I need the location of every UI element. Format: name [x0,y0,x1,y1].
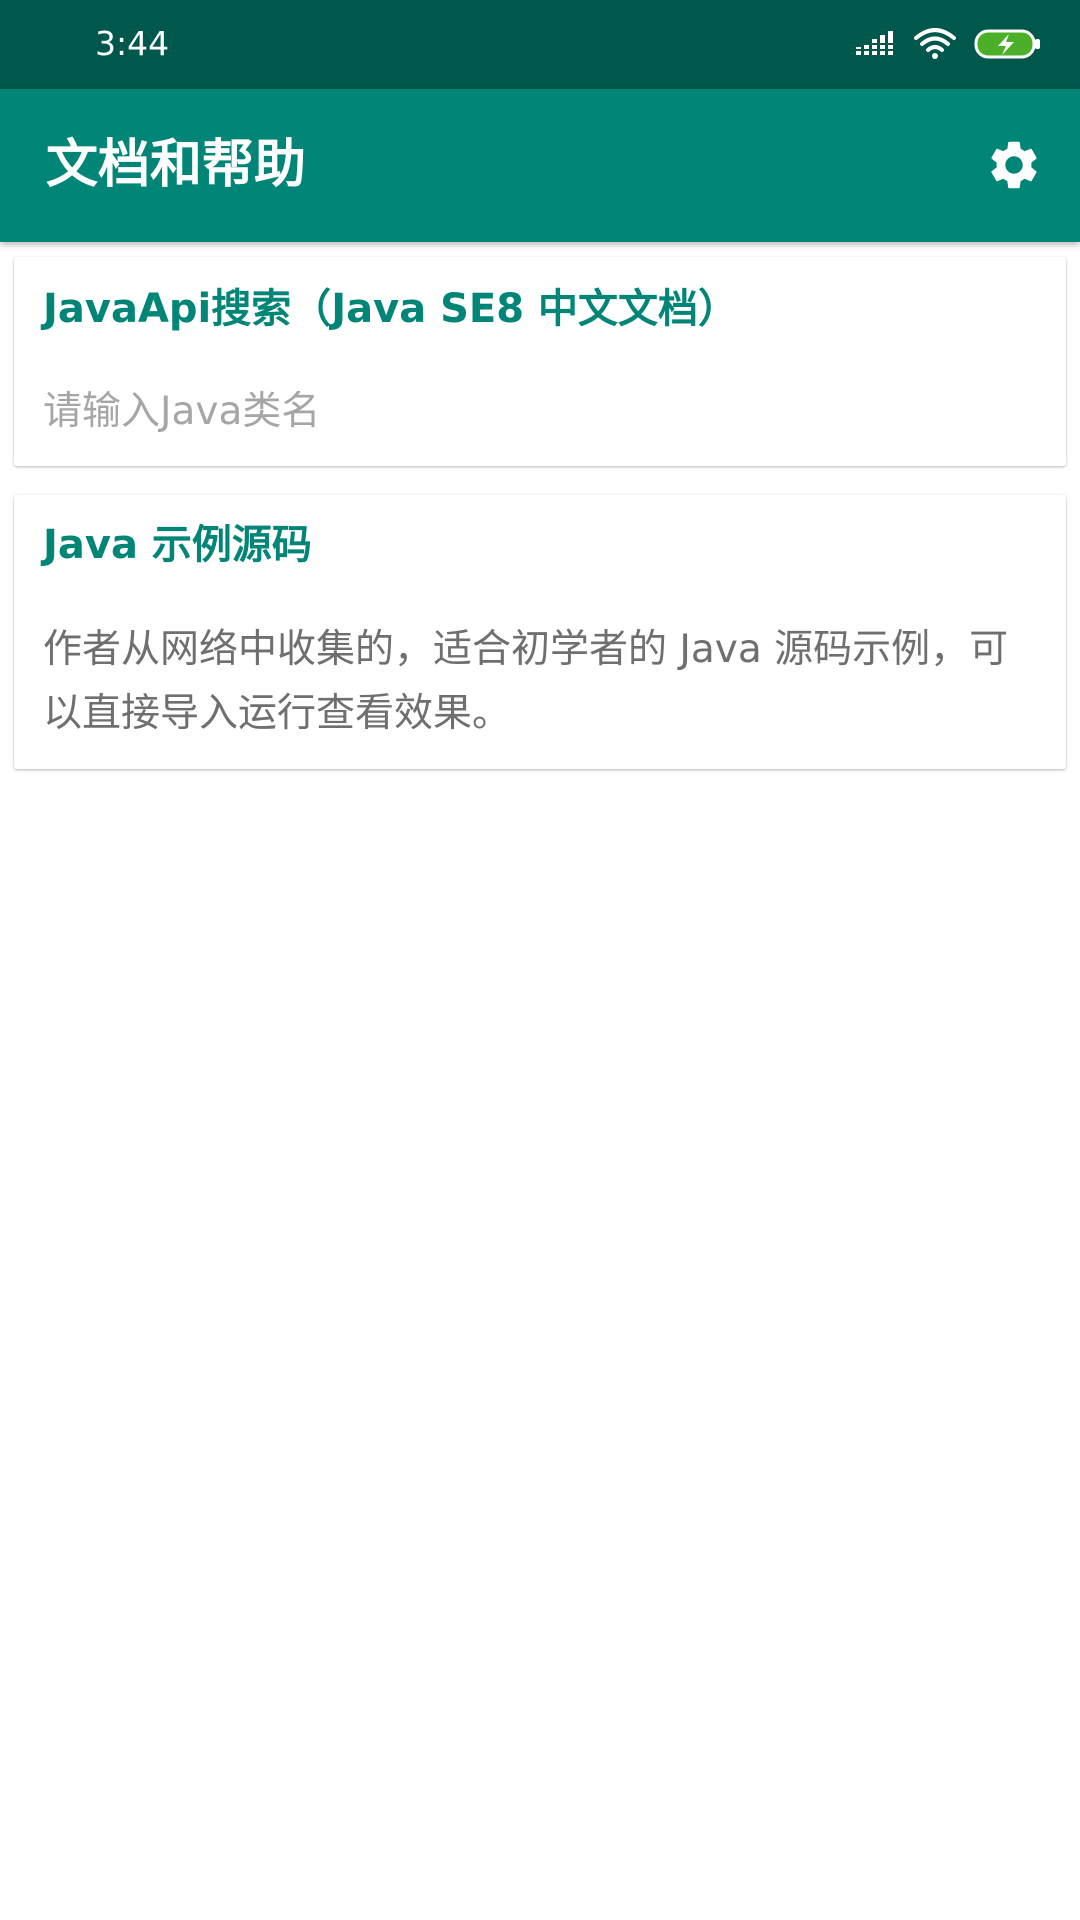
status-icons [856,24,1042,64]
java-class-search-input[interactable] [43,383,1033,439]
java-api-search-card: JavaApi搜索（Java SE8 中文文档） [14,257,1066,466]
battery-charging-icon [974,29,1040,59]
wifi-icon [914,28,956,59]
status-time: 3:44 [95,24,170,63]
card-title-api-search: JavaApi搜索（Java SE8 中文文档） [43,286,738,332]
gear-icon [991,141,1037,189]
card-description: 作者从网络中收集的，适合初学者的 Java 源码示例，可以直接导入运行查看效果。 [43,627,1009,736]
settings-button[interactable] [982,133,1046,197]
card-title-java-samples: Java 示例源码 [43,522,312,568]
java-samples-card[interactable]: Java 示例源码 作者从网络中收集的，适合初学者的 Java 源码示例，可以直… [14,495,1066,769]
app-bar: 文档和帮助 [0,89,1080,242]
page-title: 文档和帮助 [46,135,307,195]
signal-icon [856,31,893,55]
status-bar: 3:44 [0,0,1080,89]
